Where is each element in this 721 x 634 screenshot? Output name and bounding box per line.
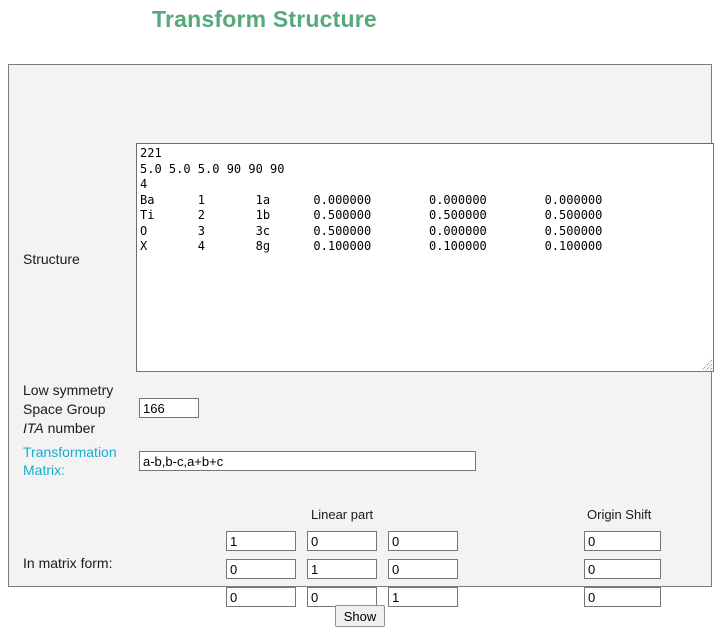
page-title: Transform Structure [152, 6, 377, 32]
space-group-label-ita: ITA [23, 420, 44, 436]
matrix-form-label: In matrix form: [23, 555, 113, 571]
space-group-label-line2: Space Group [23, 401, 106, 417]
origin-shift-header: Origin Shift [587, 507, 652, 522]
origin-shift-cell-1[interactable] [584, 559, 661, 579]
show-button[interactable]: Show [335, 605, 385, 627]
matrix-cell-2-2[interactable] [388, 587, 458, 607]
space-group-label-number: number [43, 420, 96, 436]
structure-label: Structure [23, 251, 80, 267]
matrix-cell-1-2[interactable] [388, 559, 458, 579]
linear-part-header: Linear part [311, 507, 374, 522]
matrix-cell-2-1[interactable] [307, 587, 377, 607]
space-group-label: Low symmetry Space Group ITA number [23, 381, 138, 438]
matrix-cell-2-0[interactable] [226, 587, 296, 607]
transformation-matrix-label-line1: Transformation [23, 444, 117, 460]
transformation-matrix-label-line2: Matrix: [23, 462, 65, 478]
matrix-cell-0-2[interactable] [388, 531, 458, 551]
space-group-label-line1: Low symmetry [23, 382, 114, 398]
matrix-cell-0-0[interactable] [226, 531, 296, 551]
transform-structure-panel: Structure Low symmetry Space Group ITA n… [8, 64, 714, 607]
structure-input[interactable] [136, 143, 714, 372]
space-group-number-input[interactable] [139, 398, 199, 418]
origin-shift-cell-2[interactable] [584, 587, 661, 607]
transformation-matrix-label: Transformation Matrix: [23, 443, 141, 479]
transformation-matrix-input[interactable] [139, 451, 476, 471]
matrix-cell-1-0[interactable] [226, 559, 296, 579]
origin-shift-cell-0[interactable] [584, 531, 661, 551]
matrix-cell-0-1[interactable] [307, 531, 377, 551]
matrix-cell-1-1[interactable] [307, 559, 377, 579]
